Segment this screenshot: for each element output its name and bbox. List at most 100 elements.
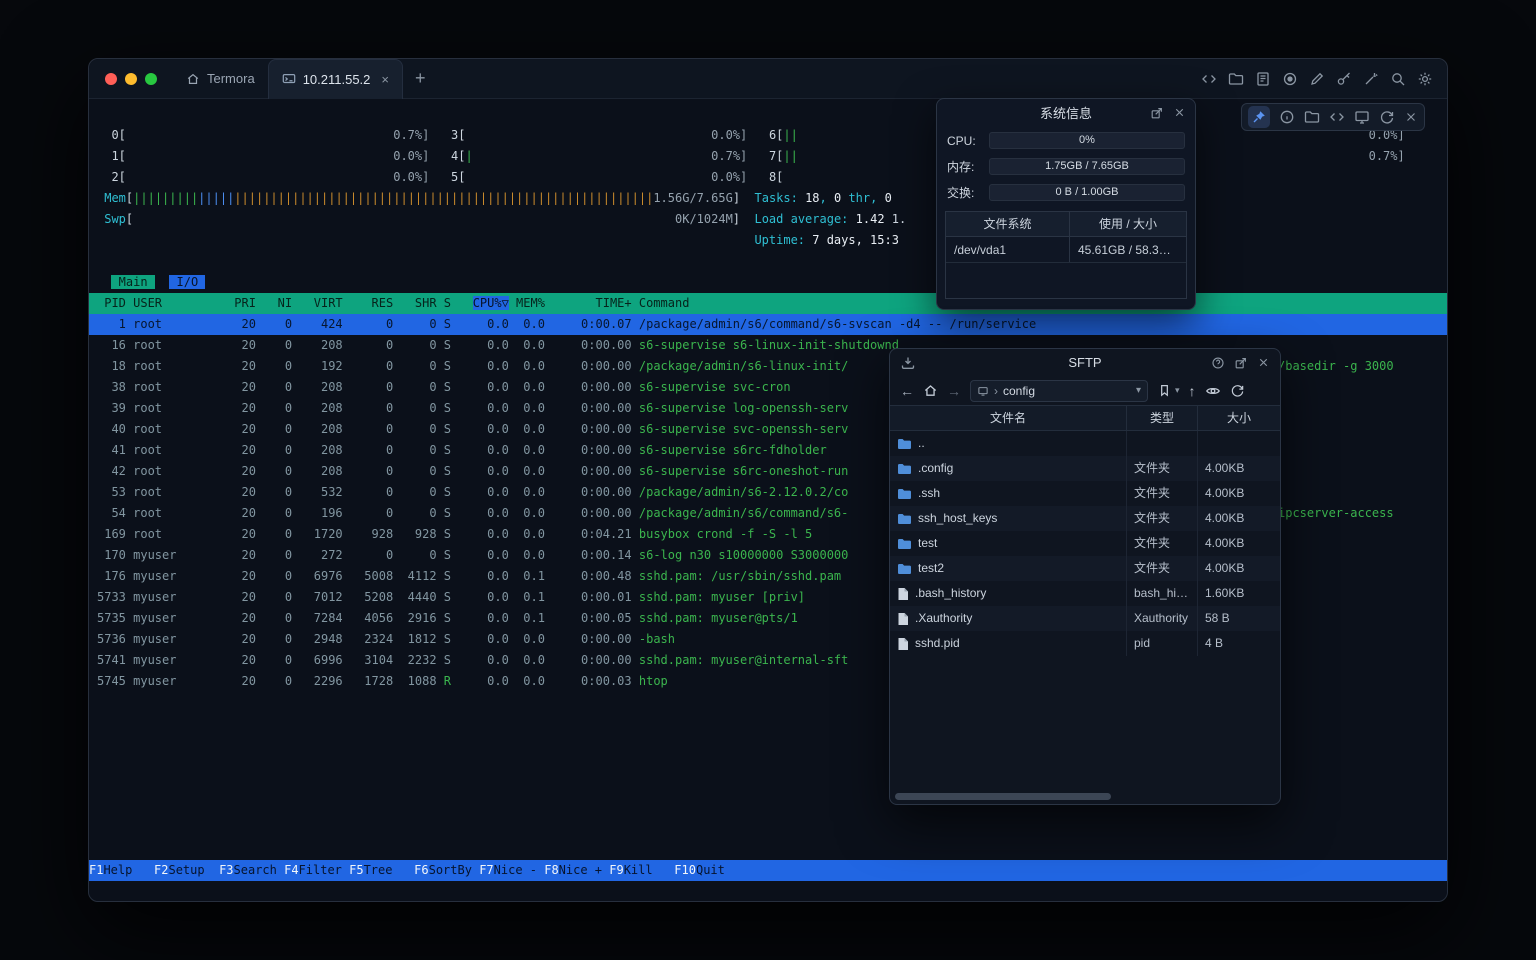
file-size: 1.60KB bbox=[1198, 581, 1280, 606]
fkey-F3[interactable]: F3 bbox=[219, 863, 233, 877]
tab-close-icon[interactable]: × bbox=[381, 72, 389, 87]
file-size bbox=[1198, 431, 1280, 456]
folder-icon[interactable] bbox=[1304, 109, 1320, 125]
fkey-F10[interactable]: F10 bbox=[674, 863, 696, 877]
sftp-window: SFTP ← → › config ▾ ▾ ↑ 文件名 bbox=[889, 348, 1281, 805]
path-breadcrumb[interactable]: › config ▾ bbox=[970, 380, 1148, 402]
fkey-label[interactable]: Help bbox=[103, 863, 154, 877]
size-column-header[interactable]: 大小 bbox=[1198, 406, 1280, 430]
usage-column-header[interactable]: 使用 / 大小 bbox=[1070, 212, 1186, 236]
new-tab-button[interactable]: + bbox=[415, 68, 426, 89]
file-type: 文件夹 bbox=[1127, 456, 1198, 481]
fkey-F7[interactable]: F7 bbox=[479, 863, 493, 877]
sftp-file-row[interactable]: ssh_host_keys文件夹4.00KB bbox=[890, 506, 1280, 531]
code-icon[interactable] bbox=[1201, 71, 1217, 87]
fkey-F6[interactable]: F6 bbox=[414, 863, 428, 877]
chevron-down-icon[interactable]: ▾ bbox=[1136, 385, 1141, 396]
tab-home[interactable]: Termora bbox=[173, 59, 268, 99]
fkey-label[interactable]: Tree bbox=[364, 863, 415, 877]
sftp-file-row[interactable]: test2文件夹4.00KB bbox=[890, 556, 1280, 581]
fkey-label[interactable]: Nice + bbox=[559, 863, 610, 877]
edit-icon[interactable] bbox=[1309, 71, 1325, 87]
pin-icon[interactable] bbox=[1248, 106, 1270, 128]
record-icon[interactable] bbox=[1282, 71, 1298, 87]
breadcrumb-segment[interactable]: config bbox=[1003, 384, 1035, 398]
sftp-file-row[interactable]: .ssh文件夹4.00KB bbox=[890, 481, 1280, 506]
sync-icon[interactable] bbox=[1379, 109, 1395, 125]
forward-icon[interactable]: → bbox=[947, 384, 961, 398]
sftp-toolbar: ← → › config ▾ ▾ ↑ bbox=[890, 376, 1280, 405]
close-icon[interactable] bbox=[1404, 110, 1418, 124]
log-icon[interactable] bbox=[1255, 71, 1271, 87]
process-table-header[interactable]: PID USER PRI NI VIRT RES SHR S CPU%▽ MEM… bbox=[89, 293, 1447, 314]
sftp-file-row[interactable]: .. bbox=[890, 431, 1280, 456]
horizontal-scrollbar[interactable] bbox=[895, 793, 1111, 800]
search-icon[interactable] bbox=[1390, 71, 1406, 87]
fkey-F1[interactable]: F1 bbox=[89, 863, 103, 877]
sftp-file-row[interactable]: sshd.pidpid4 B bbox=[890, 631, 1280, 656]
fkey-label[interactable]: SortBy bbox=[429, 863, 480, 877]
upload-icon[interactable]: ↑ bbox=[1189, 384, 1196, 398]
htop-tab-io[interactable]: I/O bbox=[169, 275, 205, 289]
monitor-icon[interactable] bbox=[1354, 109, 1370, 125]
sftp-titlebar[interactable]: SFTP bbox=[890, 349, 1280, 376]
htop-header-left: PID USER PRI NI VIRT RES SHR S bbox=[97, 296, 473, 310]
system-info-title: 系统信息 bbox=[1040, 103, 1092, 122]
close-icon[interactable] bbox=[1257, 356, 1270, 369]
maximize-window-button[interactable] bbox=[145, 73, 157, 85]
process-row[interactable]: 1 root 20 0 424 0 0 S 0.0 0.0 0:00.07 /p… bbox=[89, 314, 1447, 335]
fkey-label[interactable]: Nice - bbox=[494, 863, 545, 877]
close-icon[interactable] bbox=[1173, 106, 1186, 119]
refresh-icon[interactable] bbox=[1230, 383, 1245, 398]
sftp-table-header: 文件名 类型 大小 bbox=[890, 405, 1280, 431]
fkey-F9[interactable]: F9 bbox=[609, 863, 623, 877]
fkey-label[interactable]: Filter bbox=[299, 863, 350, 877]
wand-icon[interactable] bbox=[1363, 71, 1379, 87]
bookmark-caret-icon[interactable]: ▾ bbox=[1175, 385, 1180, 396]
bookmark-icon[interactable] bbox=[1157, 383, 1172, 398]
home-icon[interactable] bbox=[923, 383, 938, 398]
tab-session[interactable]: 10.211.55.2 × bbox=[268, 59, 403, 99]
filename-column-header[interactable]: 文件名 bbox=[890, 406, 1127, 430]
file-name: .. bbox=[918, 431, 925, 456]
code-icon[interactable] bbox=[1329, 109, 1345, 125]
sftp-file-rows: ...config文件夹4.00KB.ssh文件夹4.00KBssh_host_… bbox=[890, 431, 1280, 656]
system-info-panel: 系统信息 CPU: 0% 内存: 1.75GB / 7.65GB 交换: bbox=[936, 98, 1196, 310]
fkey-label[interactable]: Setup bbox=[168, 863, 219, 877]
fkey-F5[interactable]: F5 bbox=[349, 863, 363, 877]
back-icon[interactable]: ← bbox=[900, 384, 914, 398]
open-in-window-icon[interactable] bbox=[1234, 356, 1248, 370]
close-window-button[interactable] bbox=[105, 73, 117, 85]
fkey-F2[interactable]: F2 bbox=[154, 863, 168, 877]
sftp-file-row[interactable]: test文件夹4.00KB bbox=[890, 531, 1280, 556]
app-window: Termora 10.211.55.2 × + 0[ bbox=[88, 58, 1448, 902]
fkey-F4[interactable]: F4 bbox=[284, 863, 298, 877]
tab-home-label: Termora bbox=[207, 71, 255, 86]
settings-icon[interactable] bbox=[1417, 71, 1433, 87]
type-column-header[interactable]: 类型 bbox=[1127, 406, 1198, 430]
htop-tab-main[interactable]: Main bbox=[111, 275, 154, 289]
swap-label: 交换: bbox=[947, 184, 983, 201]
help-icon[interactable] bbox=[1211, 356, 1225, 370]
function-key-bar: F1Help F2Setup F3Search F4Filter F5Tree … bbox=[89, 860, 1447, 881]
folder-icon[interactable] bbox=[1228, 71, 1244, 87]
filesystem-column-header[interactable]: 文件系统 bbox=[946, 212, 1070, 236]
minimize-window-button[interactable] bbox=[125, 73, 137, 85]
folder-icon bbox=[897, 487, 912, 500]
sftp-file-row[interactable]: .XauthorityXauthority58 B bbox=[890, 606, 1280, 631]
sftp-file-row[interactable]: .bash_historybash_hi…1.60KB bbox=[890, 581, 1280, 606]
eye-icon[interactable] bbox=[1205, 383, 1221, 399]
fkey-label[interactable]: Quit bbox=[696, 863, 747, 877]
fkey-F8[interactable]: F8 bbox=[544, 863, 558, 877]
sftp-file-row[interactable]: .config文件夹4.00KB bbox=[890, 456, 1280, 481]
open-in-window-icon[interactable] bbox=[1150, 106, 1164, 120]
key-icon[interactable] bbox=[1336, 71, 1352, 87]
sftp-file-list: ...config文件夹4.00KB.ssh文件夹4.00KBssh_host_… bbox=[890, 431, 1280, 804]
disk-row[interactable]: /dev/vda145.61GB / 58.3… bbox=[946, 237, 1186, 263]
fkey-label[interactable]: Search bbox=[234, 863, 285, 877]
file-icon bbox=[897, 587, 909, 601]
swap-progress-text: 0 B / 1.00GB bbox=[990, 185, 1184, 200]
info-icon[interactable] bbox=[1279, 109, 1295, 125]
filesystem-table: 文件系统 使用 / 大小 /dev/vda145.61GB / 58.3… bbox=[945, 211, 1187, 299]
fkey-label[interactable]: Kill bbox=[624, 863, 675, 877]
